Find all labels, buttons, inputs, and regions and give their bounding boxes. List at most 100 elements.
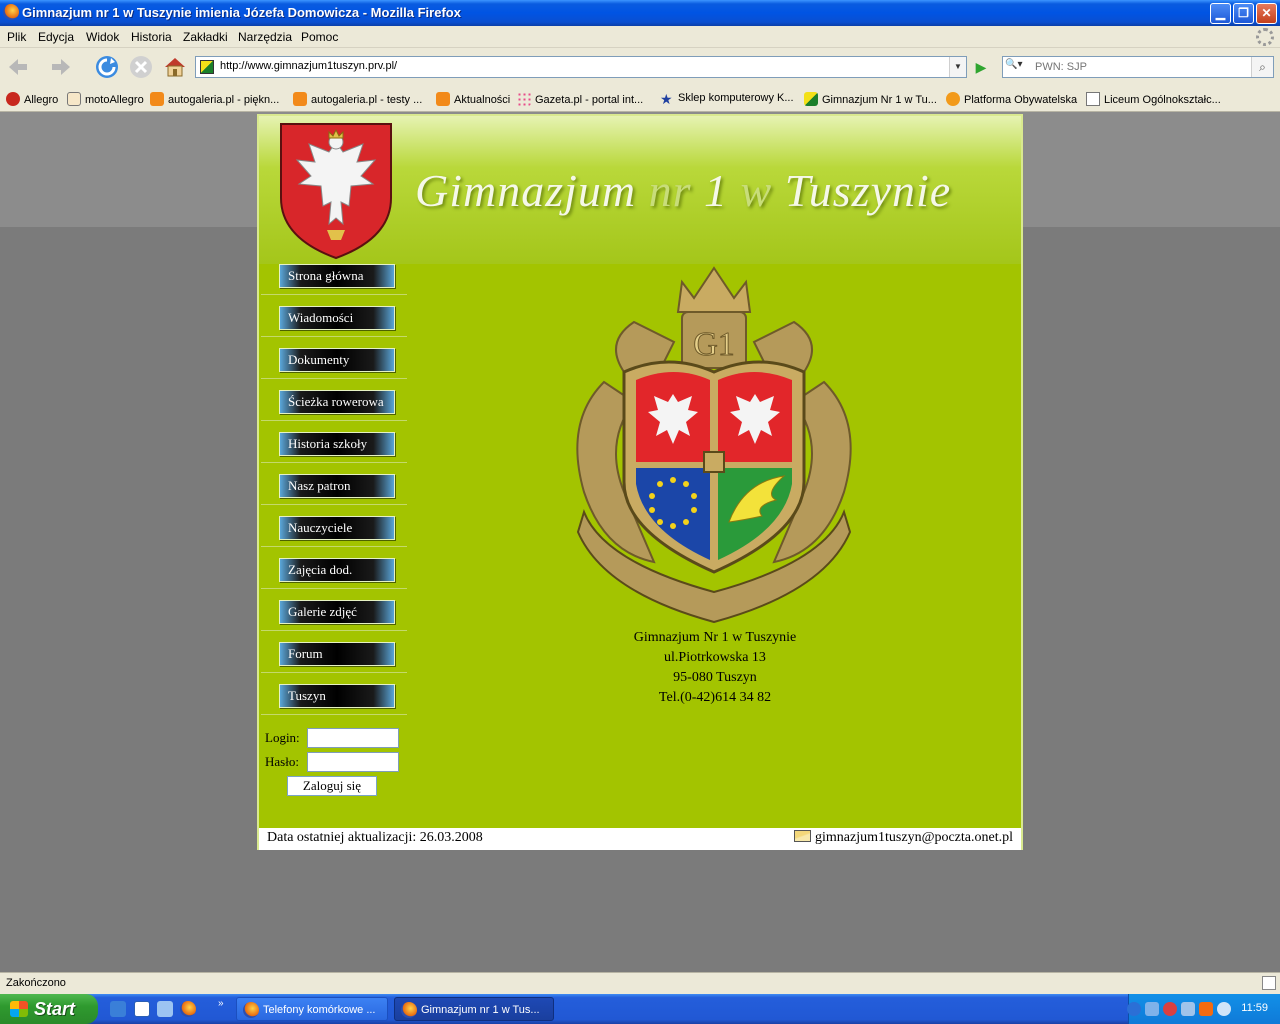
- firefox-icon: [401, 1002, 417, 1018]
- page-icon: [1086, 92, 1100, 106]
- eagle-coat-of-arms-icon: [280, 123, 392, 260]
- reload-icon[interactable]: [94, 54, 120, 80]
- menu-divider: [261, 672, 407, 673]
- star-icon: ★: [660, 91, 673, 107]
- search-magnifier-icon[interactable]: ⌕: [1251, 57, 1273, 77]
- address-phone: Tel.(0-42)614 34 82: [658, 690, 772, 705]
- menu-item-strona-glowna[interactable]: Strona główna: [279, 264, 395, 288]
- menu-zakladki[interactable]: Zakładki: [183, 30, 228, 44]
- tray-expand-icon[interactable]: [1127, 1002, 1141, 1016]
- crest-monogram: G1: [693, 326, 735, 363]
- menu-item-sciezka-rowerowa[interactable]: Ścieżka rowerowa: [279, 390, 395, 414]
- taskbar: Start » Telefony komórkowe ... Gimnazjum…: [0, 994, 1280, 1024]
- menu-pomoc[interactable]: Pomoc: [301, 30, 338, 44]
- system-tray: 11:59: [1127, 994, 1280, 1024]
- address-street: ul.Piotrkowska 13: [664, 650, 766, 665]
- address-name: Gimnazjum Nr 1 w Tuszynie: [633, 630, 797, 645]
- menu-item-tuszyn[interactable]: Tuszyn: [279, 684, 395, 708]
- bookmark-liceum[interactable]: Liceum Ogólnokształc...: [1086, 92, 1221, 106]
- site-favicon: [200, 60, 214, 74]
- tray-printer-icon[interactable]: [1181, 1002, 1195, 1016]
- stop-icon[interactable]: [128, 54, 154, 80]
- search-engine-icon[interactable]: 🔍▾: [1005, 59, 1031, 75]
- menu-divider: [261, 588, 407, 589]
- menu-item-nasz-patron[interactable]: Nasz patron: [279, 474, 395, 498]
- close-button[interactable]: ✕: [1256, 3, 1277, 24]
- site-footer: Data ostatniej aktualizacji: 26.03.2008 …: [259, 828, 1021, 850]
- menu-widok[interactable]: Widok: [86, 30, 119, 44]
- menu-historia[interactable]: Historia: [131, 30, 172, 44]
- login-input[interactable]: [307, 728, 399, 748]
- menu-item-dokumenty[interactable]: Dokumenty: [279, 348, 395, 372]
- menu-item-galerie-zdjec[interactable]: Galerie zdjęć: [279, 600, 395, 624]
- task-gimnazjum[interactable]: Gimnazjum nr 1 w Tus...: [394, 997, 554, 1021]
- resize-grip-icon[interactable]: [1262, 976, 1276, 990]
- start-button[interactable]: Start: [0, 994, 98, 1024]
- gazeta-dots-icon: [517, 92, 531, 106]
- status-text: Zakończono: [6, 977, 66, 989]
- go-arrow-icon[interactable]: ▶: [971, 57, 991, 77]
- menu-item-zajecia-dod[interactable]: Zajęcia dod.: [279, 558, 395, 582]
- maximize-button[interactable]: ❐: [1233, 3, 1254, 24]
- allegro-icon: [6, 92, 20, 106]
- forward-arrow-icon[interactable]: [48, 54, 74, 80]
- menu-edycja[interactable]: Edycja: [38, 30, 74, 44]
- address-bar[interactable]: http://www.gimnazjum1tuszyn.prv.pl/ ▼: [195, 56, 967, 78]
- search-box[interactable]: 🔍▾ ⌕: [1002, 56, 1274, 78]
- password-label: Hasło:: [265, 754, 299, 769]
- menu-plik[interactable]: Plik: [7, 30, 26, 44]
- tray-app-icon[interactable]: [1199, 1002, 1213, 1016]
- bookmark-autogaleria-1[interactable]: autogaleria.pl - piękn...: [150, 92, 279, 106]
- quicklaunch-more-icon[interactable]: »: [218, 998, 224, 1009]
- menu-item-historia-szkoly[interactable]: Historia szkoły: [279, 432, 395, 456]
- bookmark-gazeta[interactable]: Gazeta.pl - portal int...: [517, 92, 643, 106]
- search-input[interactable]: [1033, 58, 1243, 76]
- menu-item-forum[interactable]: Forum: [279, 642, 395, 666]
- rss-icon: [436, 92, 450, 106]
- menu-item-wiadomosci[interactable]: Wiadomości: [279, 306, 395, 330]
- menu-divider: [261, 504, 407, 505]
- bookmark-motoallegro[interactable]: motoAllegro: [67, 92, 144, 106]
- minimize-button[interactable]: ▁: [1210, 3, 1231, 24]
- hand-icon: [67, 92, 81, 106]
- bookmark-platforma[interactable]: Platforma Obywatelska: [946, 92, 1077, 106]
- quicklaunch-word-icon[interactable]: [134, 1001, 150, 1017]
- menu-divider: [261, 462, 407, 463]
- menu-divider: [261, 336, 407, 337]
- window-title-bar: Gimnazjum nr 1 w Tuszynie imienia Józefa…: [0, 0, 1280, 26]
- menu-item-nauczyciele[interactable]: Nauczyciele: [279, 516, 395, 540]
- firefox-icon: [243, 1002, 259, 1018]
- menu-narzedzia[interactable]: Narzędzia: [238, 30, 292, 44]
- bookmark-aktualnosci[interactable]: Aktualności: [436, 92, 510, 106]
- bookmarks-toolbar: Allegro motoAllegro autogaleria.pl - pię…: [0, 86, 1280, 112]
- login-submit-button[interactable]: Zaloguj się: [287, 776, 377, 796]
- envelope-icon: [794, 830, 812, 842]
- tray-network-icon[interactable]: [1145, 1002, 1159, 1016]
- password-input[interactable]: [307, 752, 399, 772]
- status-bar: Zakończono: [0, 972, 1280, 994]
- bookmark-gimnazjum[interactable]: Gimnazjum Nr 1 w Tu...: [804, 92, 937, 106]
- bookmark-sklep[interactable]: ★ Sklep komputerowy K...: [660, 92, 794, 106]
- url-text[interactable]: http://www.gimnazjum1tuszyn.prv.pl/: [220, 60, 397, 72]
- email-link[interactable]: gimnazjum1tuszyn@poczta.onet.pl: [794, 830, 1013, 846]
- bookmark-allegro[interactable]: Allegro: [6, 92, 58, 106]
- quicklaunch-ie-icon[interactable]: [110, 1001, 126, 1017]
- bookmark-autogaleria-2[interactable]: autogaleria.pl - testy ...: [293, 92, 422, 106]
- menu-divider: [261, 378, 407, 379]
- url-history-dropdown-icon[interactable]: ▼: [949, 57, 966, 77]
- menu-divider: [261, 294, 407, 295]
- home-icon[interactable]: [162, 54, 188, 80]
- password-row: Hasło:: [265, 752, 405, 772]
- tray-antivirus-icon[interactable]: [1163, 1002, 1177, 1016]
- tray-info-icon[interactable]: [1217, 1002, 1231, 1016]
- rss-icon: [293, 92, 307, 106]
- quicklaunch-desktop-icon[interactable]: [157, 1001, 173, 1017]
- school-crest-icon: G1: [576, 266, 852, 624]
- rss-icon: [150, 92, 164, 106]
- quicklaunch-firefox-icon[interactable]: [180, 1001, 196, 1017]
- task-telefony[interactable]: Telefony komórkowe ...: [236, 997, 388, 1021]
- last-update-text: Data ostatniej aktualizacji: 26.03.2008: [267, 830, 483, 845]
- back-arrow-icon[interactable]: [5, 54, 31, 80]
- gimnazjum-icon: [804, 92, 818, 106]
- firefox-icon: [3, 4, 19, 20]
